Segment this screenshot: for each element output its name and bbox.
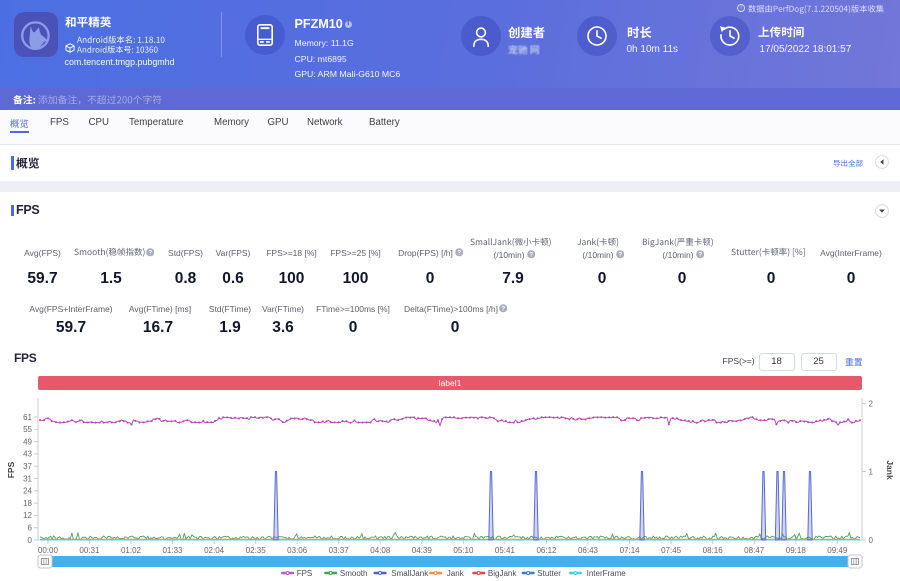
svg-text:07:45: 07:45 (661, 546, 682, 555)
svg-text:Smooth: Smooth (340, 569, 368, 578)
svg-text:01:02: 01:02 (121, 546, 142, 555)
svg-text:06:43: 06:43 (578, 546, 599, 555)
svg-text:07:14: 07:14 (620, 546, 641, 555)
svg-text:6: 6 (28, 524, 33, 533)
svg-text:02:04: 02:04 (204, 546, 225, 555)
svg-text:01:33: 01:33 (162, 546, 183, 555)
svg-text:00:00: 00:00 (38, 546, 59, 555)
svg-text:18: 18 (23, 499, 32, 508)
svg-text:08:47: 08:47 (744, 546, 765, 555)
svg-text:12: 12 (23, 511, 32, 520)
svg-text:04:39: 04:39 (412, 546, 433, 555)
svg-text:BigJank: BigJank (488, 569, 517, 578)
svg-text:09:18: 09:18 (786, 546, 807, 555)
svg-text:02:35: 02:35 (246, 546, 267, 555)
svg-text:61: 61 (23, 413, 32, 422)
svg-text:05:41: 05:41 (495, 546, 516, 555)
svg-text:0: 0 (28, 536, 33, 545)
svg-text:03:37: 03:37 (329, 546, 350, 555)
svg-text:FPS: FPS (297, 569, 313, 578)
svg-text:1: 1 (869, 467, 874, 476)
svg-text:InterFrame: InterFrame (587, 569, 627, 578)
svg-text:06:12: 06:12 (536, 546, 557, 555)
svg-text:Stutter: Stutter (537, 569, 561, 578)
svg-text:Jank: Jank (885, 460, 895, 480)
svg-text:SmallJank: SmallJank (391, 569, 429, 578)
svg-text:0: 0 (869, 536, 874, 545)
svg-text:2: 2 (869, 399, 874, 408)
svg-text:05:10: 05:10 (453, 546, 474, 555)
svg-text:49: 49 (23, 437, 32, 446)
svg-text:55: 55 (23, 425, 32, 434)
svg-text:Jank: Jank (447, 569, 465, 578)
svg-text:04:08: 04:08 (370, 546, 391, 555)
svg-text:09:49: 09:49 (827, 546, 848, 555)
svg-text:43: 43 (23, 450, 32, 459)
svg-text:24: 24 (23, 487, 32, 496)
svg-text:00:31: 00:31 (79, 546, 100, 555)
svg-text:FPS: FPS (6, 461, 16, 478)
svg-text:37: 37 (23, 462, 32, 471)
svg-text:31: 31 (23, 474, 32, 483)
svg-text:08:16: 08:16 (703, 546, 724, 555)
svg-text:03:06: 03:06 (287, 546, 308, 555)
